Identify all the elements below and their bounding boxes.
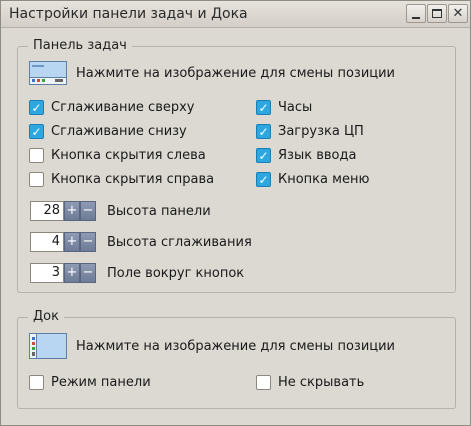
taskbar-group: Панель задач Нажмите на изображение для … [17, 38, 456, 293]
spinner-value[interactable]: 4 [30, 232, 64, 252]
minimize-icon [412, 16, 420, 19]
spinner-smoothing-height: 4 + − Высота сглаживания [30, 232, 252, 252]
settings-window: Настройки панели задач и Дока ✕ Панель з… [0, 0, 471, 426]
checkbox-box[interactable] [29, 172, 44, 187]
checkbox-box[interactable]: ✓ [256, 172, 271, 187]
checkbox-label: Режим панели [51, 375, 151, 390]
checkbox-label: Не скрывать [278, 375, 365, 390]
checkbox-hide-button-left[interactable]: Кнопка скрытия слева [29, 148, 206, 163]
dock-position-preview[interactable] [29, 333, 67, 359]
spinner-value[interactable]: 28 [30, 201, 64, 221]
checkbox-box[interactable]: ✓ [256, 100, 271, 115]
checkbox-cpu-load[interactable]: ✓ Загрузка ЦП [256, 124, 364, 139]
check-icon: ✓ [31, 124, 42, 139]
checkbox-label: Кнопка скрытия слева [51, 148, 206, 163]
spinner-label: Высота панели [107, 203, 211, 219]
checkbox-label: Кнопка скрытия справа [51, 172, 215, 187]
increment-button[interactable]: + [64, 201, 80, 221]
taskbar-position-row: Нажмите на изображение для смены позиции [29, 61, 395, 85]
close-button[interactable]: ✕ [448, 4, 468, 23]
checkbox-label: Язык ввода [278, 148, 357, 163]
dock-group: Док Нажмите на изображение для смены поз… [17, 309, 456, 409]
checkbox-input-language[interactable]: ✓ Язык ввода [256, 148, 356, 163]
checkbox-label: Загрузка ЦП [278, 124, 364, 139]
decrement-button[interactable]: − [80, 201, 96, 221]
spinner-label: Высота сглаживания [107, 234, 252, 250]
dock-position-row: Нажмите на изображение для смены позиции [29, 333, 395, 359]
title-bar[interactable]: Настройки панели задач и Дока ✕ [1, 1, 470, 28]
checkbox-box[interactable]: ✓ [29, 100, 44, 115]
checkbox-box[interactable] [256, 375, 271, 390]
checkbox-box[interactable] [29, 375, 44, 390]
spinner-value[interactable]: 3 [30, 263, 64, 283]
checkbox-hide-button-right[interactable]: Кнопка скрытия справа [29, 172, 214, 187]
checkbox-label: Кнопка меню [278, 172, 370, 187]
checkbox-label: Сглаживание снизу [51, 124, 187, 139]
checkbox-menu-button[interactable]: ✓ Кнопка меню [256, 172, 369, 187]
check-icon: ✓ [258, 172, 269, 187]
checkbox-smooth-bottom[interactable]: ✓ Сглаживание снизу [29, 124, 187, 139]
check-icon: ✓ [258, 100, 269, 115]
spinner-button-padding: 3 + − Поле вокруг кнопок [30, 263, 244, 283]
checkbox-box[interactable]: ✓ [256, 148, 271, 163]
check-icon: ✓ [31, 100, 42, 115]
minimize-button[interactable] [406, 4, 426, 23]
taskbar-group-title: Панель задач [28, 38, 132, 53]
dock-group-title: Док [28, 309, 64, 324]
decrement-button[interactable]: − [80, 232, 96, 252]
checkbox-box[interactable] [29, 148, 44, 163]
checkbox-clock[interactable]: ✓ Часы [256, 100, 312, 115]
maximize-icon [432, 9, 442, 18]
spinner-panel-height: 28 + − Высота панели [30, 201, 211, 221]
checkbox-box[interactable]: ✓ [256, 124, 271, 139]
window-title: Настройки панели задач и Дока [9, 6, 248, 22]
checkbox-box[interactable]: ✓ [29, 124, 44, 139]
taskbar-position-preview[interactable] [29, 61, 67, 85]
increment-button[interactable]: + [64, 232, 80, 252]
checkbox-label: Часы [278, 100, 313, 115]
checkbox-label: Сглаживание сверху [51, 100, 195, 115]
check-icon: ✓ [258, 124, 269, 139]
checkbox-smooth-top[interactable]: ✓ Сглаживание сверху [29, 100, 195, 115]
checkbox-do-not-hide[interactable]: Не скрывать [256, 375, 364, 390]
maximize-button[interactable] [427, 4, 447, 23]
taskbar-position-hint: Нажмите на изображение для смены позиции [76, 65, 396, 81]
check-icon: ✓ [258, 148, 269, 163]
spinner-label: Поле вокруг кнопок [107, 265, 245, 281]
dock-position-hint: Нажмите на изображение для смены позиции [76, 338, 396, 354]
checkbox-panel-mode[interactable]: Режим панели [29, 375, 151, 390]
decrement-button[interactable]: − [80, 263, 96, 283]
close-icon: ✕ [452, 6, 464, 21]
increment-button[interactable]: + [64, 263, 80, 283]
